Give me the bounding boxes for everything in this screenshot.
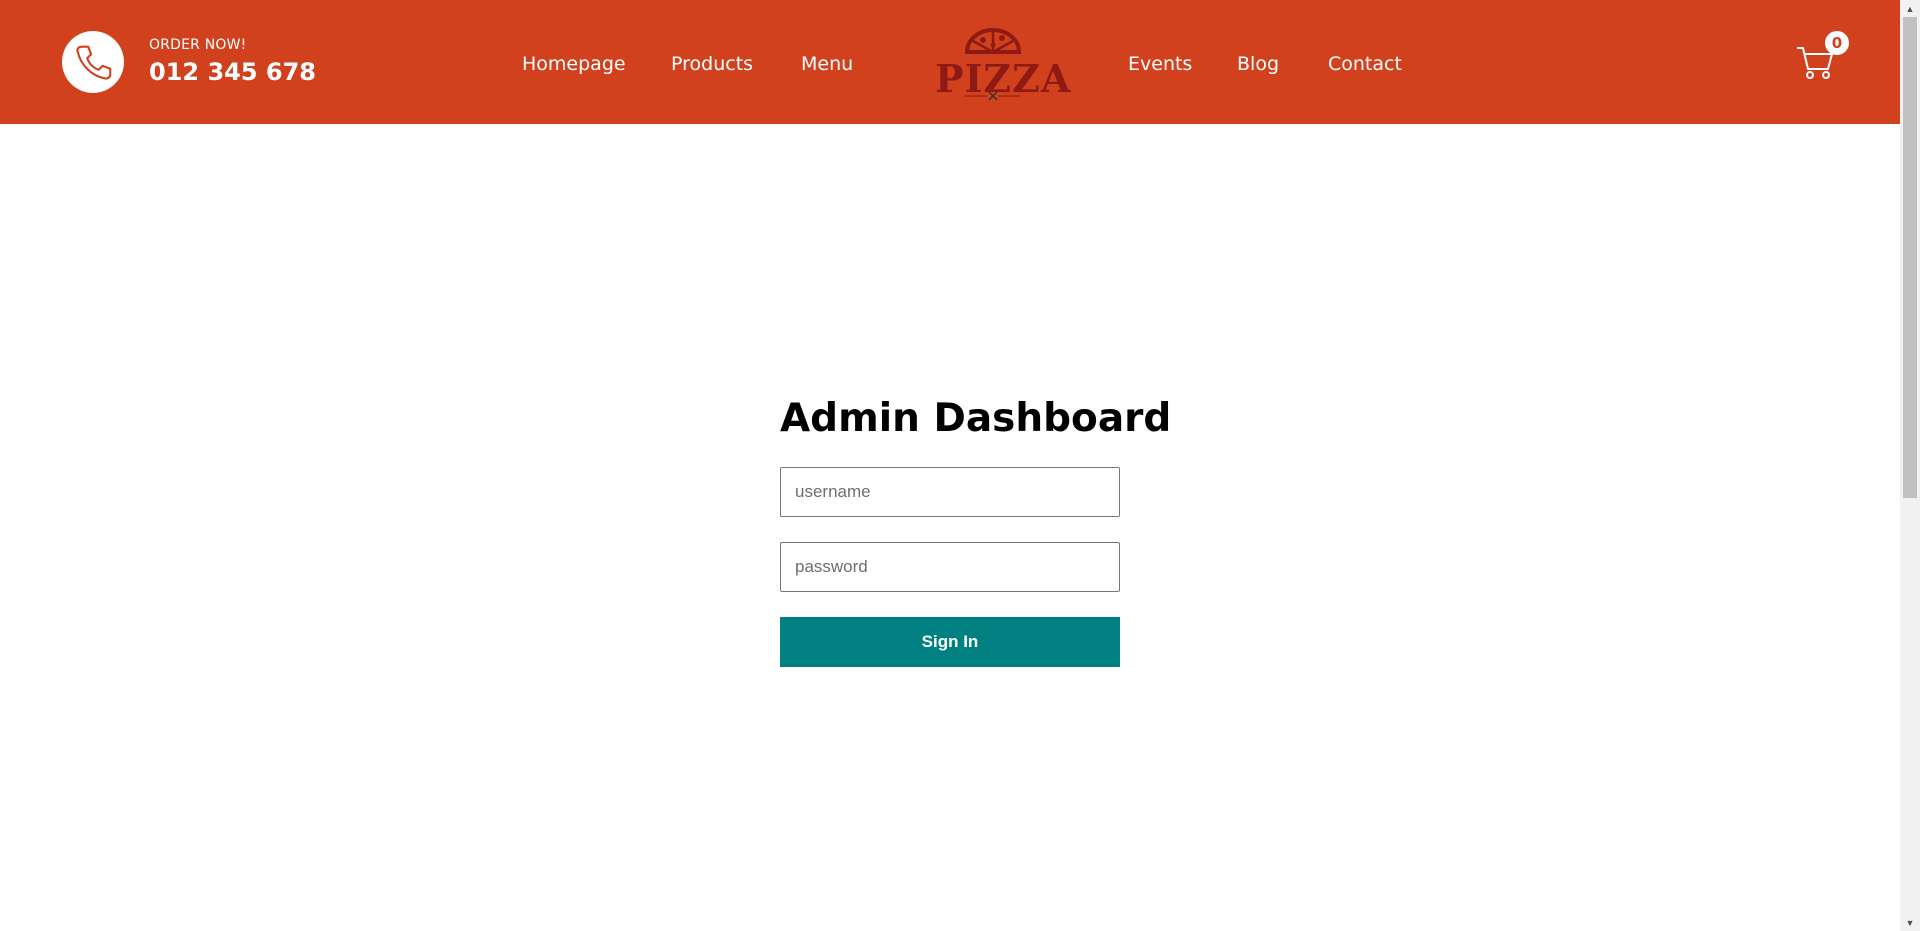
- nav-homepage[interactable]: Homepage: [522, 51, 626, 77]
- nav-menu[interactable]: Menu: [801, 51, 853, 77]
- pizza-logo[interactable]: PIZZA: [935, 26, 1072, 102]
- nav-contact[interactable]: Contact: [1328, 51, 1402, 77]
- nav-events[interactable]: Events: [1128, 51, 1192, 77]
- page: ORDER NOW! 012 345 678 Homepage Products…: [0, 0, 1900, 931]
- scrollbar-thumb[interactable]: [1903, 17, 1917, 498]
- sign-in-button[interactable]: Sign In: [780, 617, 1120, 667]
- admin-login-form: Admin Dashboard Sign In: [780, 391, 1172, 667]
- top-navbar: ORDER NOW! 012 345 678 Homepage Products…: [0, 0, 1900, 124]
- scroll-down-arrow-icon[interactable]: ▼: [1900, 914, 1920, 931]
- nav-blog[interactable]: Blog: [1237, 51, 1279, 77]
- phone-icon[interactable]: [62, 31, 124, 93]
- nav-products[interactable]: Products: [671, 51, 753, 77]
- scroll-up-arrow-icon[interactable]: ▲: [1900, 0, 1920, 17]
- username-input[interactable]: [780, 467, 1120, 517]
- vertical-scrollbar[interactable]: ▲ ▼: [1900, 0, 1920, 931]
- cart-count-badge: 0: [1825, 31, 1849, 55]
- password-input[interactable]: [780, 542, 1120, 592]
- order-now[interactable]: ORDER NOW! 012 345 678: [62, 31, 316, 93]
- cart-button[interactable]: 0: [1795, 31, 1849, 82]
- order-text: ORDER NOW! 012 345 678: [149, 37, 316, 87]
- page-title: Admin Dashboard: [780, 396, 1172, 441]
- logo-text: PIZZA: [935, 56, 1072, 101]
- order-number[interactable]: 012 345 678: [149, 57, 316, 87]
- order-label: ORDER NOW!: [149, 37, 247, 53]
